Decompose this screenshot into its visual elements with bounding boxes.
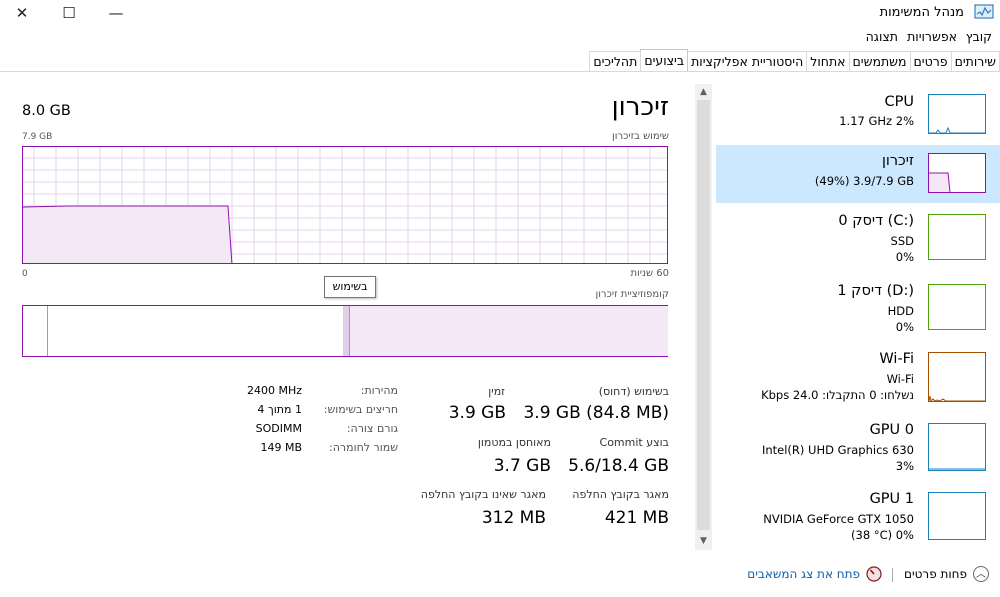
- wifi-thumbnail-graph: [928, 352, 986, 402]
- slots-used-value: 1 מתוך 4: [257, 403, 302, 416]
- composition-standby-divider: [47, 306, 48, 356]
- window-title: מנהל המשימות: [879, 5, 964, 20]
- available-label: זמין: [488, 385, 505, 398]
- tab-processes[interactable]: תהליכים: [589, 51, 642, 72]
- memory-usage-graph: [22, 146, 668, 264]
- sidebar-item-stat: 1.17 GHz 2%: [839, 114, 914, 128]
- tab-details[interactable]: פרטים: [909, 51, 952, 72]
- sidebar-item-stat: נשלחו: 0 התקבלו: 24.0 Kbps: [761, 388, 914, 402]
- sidebar-item-stat: (38 °C) 0%: [851, 528, 914, 542]
- speed-label: מהירות:: [360, 384, 398, 397]
- memory-thumbnail-graph: [928, 153, 986, 193]
- scrollbar-thumb[interactable]: [697, 100, 710, 530]
- graph-left-time-label: 60 שניות: [630, 268, 669, 279]
- sidebar-item-stat: 0%: [895, 320, 914, 334]
- form-factor-label: גורם צורה:: [346, 422, 398, 435]
- sidebar-item-name: CPU: [884, 94, 914, 110]
- gpu-0-thumbnail-graph: [928, 423, 986, 471]
- sidebar-item-type: HDD: [887, 304, 914, 318]
- total-memory: 8.0 GB: [22, 103, 71, 119]
- cpu-thumbnail-graph: [928, 94, 986, 134]
- non-paged-pool-label: מאגר שאינו בקובץ החלפה: [420, 488, 546, 501]
- cached-label: מאוחסן במטמון: [477, 436, 551, 449]
- tab-users[interactable]: משתמשים: [848, 51, 911, 72]
- open-resource-monitor-label: פתח את צג המשאבים: [747, 567, 860, 581]
- footer-divider: [892, 568, 893, 582]
- graph-max-label: 7.9 GB: [22, 132, 53, 142]
- resource-monitor-icon: [866, 566, 882, 582]
- open-resource-monitor-link[interactable]: פתח את צג המשאבים: [747, 566, 882, 582]
- sidebar-item-name: Wi-Fi: [879, 351, 914, 367]
- form-factor-value: SODIMM: [255, 422, 302, 435]
- sidebar-item-model: NVIDIA GeForce GTX 1050: [763, 512, 914, 526]
- slots-used-label: חריצים בשימוש:: [323, 403, 398, 416]
- menu-file[interactable]: קובץ: [966, 29, 992, 44]
- fewer-details-button[interactable]: ︿ פחות פרטים: [904, 566, 989, 582]
- sidebar-item-stat: 3%: [895, 459, 914, 473]
- tab-app-history[interactable]: היסטוריית אפליקציות: [687, 51, 808, 72]
- maximize-button[interactable]: ☐: [54, 2, 84, 24]
- tab-bar: תהליכים ביצועים היסטוריית אפליקציות אתחו…: [589, 49, 1000, 72]
- sidebar-item-name: GPU 0: [869, 422, 914, 438]
- sidebar-item-type: Wi-Fi: [886, 372, 914, 386]
- sidebar-item-type: SSD: [890, 234, 914, 248]
- available-value: 3.9 GB: [448, 403, 506, 423]
- non-paged-pool-value: 312 MB: [481, 508, 546, 528]
- composition-modified-segment[interactable]: [343, 306, 350, 356]
- sidebar-item-cpu[interactable]: CPU 1.17 GHz 2%: [716, 86, 1000, 144]
- usage-graph-label: שימוש בזיכרון: [612, 131, 669, 142]
- sidebar-item-name: דיסק 0 (C:): [838, 213, 914, 229]
- sidebar-item-wifi[interactable]: Wi-Fi Wi-Fi נשלחו: 0 התקבלו: 24.0 Kbps: [716, 345, 1000, 403]
- graph-right-time-label: 0: [22, 269, 28, 279]
- hardware-reserved-value: 149 MB: [260, 441, 302, 454]
- page-title: זיכרון: [611, 92, 669, 122]
- memory-composition-bar: [22, 305, 668, 357]
- tab-services[interactable]: שירותים: [950, 51, 1000, 72]
- sidebar-item-gpu-1[interactable]: GPU 1 NVIDIA GeForce GTX 1050 (38 °C) 0%: [716, 485, 1000, 543]
- in-use-value: 3.9 GB (84.8 MB): [523, 403, 669, 423]
- scroll-down-arrow[interactable]: ▼: [695, 534, 712, 549]
- cached-value: 3.7 GB: [493, 456, 551, 476]
- paged-pool-label: מאגר בקובץ החלפה: [572, 488, 669, 501]
- menu-view[interactable]: תצוגה: [866, 29, 898, 44]
- scroll-up-arrow[interactable]: ▲: [695, 85, 712, 100]
- committed-value: 5.6/18.4 GB: [568, 456, 669, 476]
- chevron-up-icon: ︿: [973, 566, 989, 582]
- minimize-button[interactable]: —: [101, 2, 131, 24]
- paged-pool-value: 421 MB: [604, 508, 669, 528]
- sidebar-item-name: זיכרון: [881, 153, 914, 169]
- sidebar-item-stat: 0%: [895, 250, 914, 264]
- committed-label: בוצע Commit: [599, 436, 669, 449]
- sidebar-item-memory[interactable]: זיכרון (49%) 3.9/7.9 GB: [716, 145, 1000, 203]
- sidebar-item-name: GPU 1: [869, 491, 914, 507]
- disk-1-thumbnail-graph: [928, 284, 986, 330]
- tab-divider: [0, 71, 1000, 72]
- gpu-1-thumbnail-graph: [928, 492, 986, 540]
- speed-value: 2400 MHz: [246, 384, 302, 397]
- composition-tooltip: בשימוש: [324, 276, 376, 298]
- in-use-label: בשימוש (דחוס): [598, 385, 669, 398]
- sidebar-item-gpu-0[interactable]: GPU 0 Intel(R) UHD Graphics 630 3%: [716, 416, 1000, 474]
- close-button[interactable]: ✕: [7, 2, 37, 24]
- sidebar-item-stat: (49%) 3.9/7.9 GB: [814, 174, 914, 188]
- hardware-reserved-label: שמור לחומרה:: [329, 441, 398, 454]
- tab-startup[interactable]: אתחול: [806, 51, 850, 72]
- menu-options[interactable]: אפשרויות: [907, 29, 957, 44]
- sidebar-item-disk-1[interactable]: דיסק 1 (D:) HDD 0%: [716, 276, 1000, 334]
- composition-in-use-segment[interactable]: [343, 306, 668, 356]
- sidebar-item-model: Intel(R) UHD Graphics 630: [761, 443, 914, 457]
- composition-label: קומפוזיציית זיכרון: [595, 289, 669, 300]
- tab-performance[interactable]: ביצועים: [640, 49, 689, 72]
- sidebar-item-name: דיסק 1 (D:): [837, 283, 914, 299]
- fewer-details-label: פחות פרטים: [904, 567, 967, 581]
- task-manager-icon: [974, 4, 994, 19]
- sidebar-item-disk-0[interactable]: דיסק 0 (C:) SSD 0%: [716, 206, 1000, 264]
- disk-0-thumbnail-graph: [928, 214, 986, 260]
